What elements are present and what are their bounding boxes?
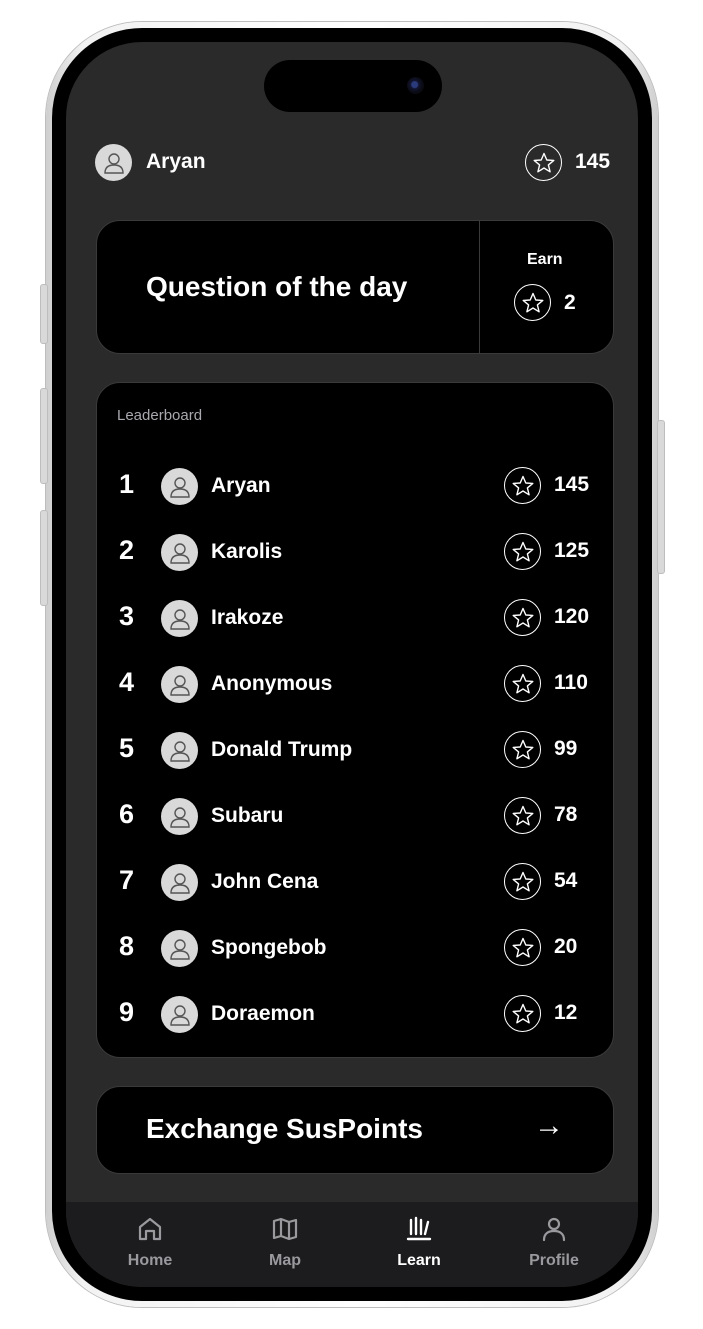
leaderboard-name: Doraemon (211, 1002, 315, 1025)
leaderboard-rank: 4 (119, 667, 135, 697)
avatar (161, 600, 198, 637)
avatar (161, 864, 198, 901)
points-star-icon (525, 144, 562, 181)
leaderboard-row[interactable]: 1 Aryan 145 (97, 453, 613, 519)
leaderboard-name: Donald Trump (211, 738, 353, 761)
leaderboard-row[interactable]: 8 Spongebob 20 (97, 915, 613, 981)
star-icon (504, 995, 541, 1032)
leaderboard-name: John Cena (211, 870, 319, 893)
tab-map[interactable]: Map (225, 1202, 345, 1287)
map-icon (272, 1217, 298, 1241)
leaderboard-title: Leaderboard (117, 407, 203, 424)
star-icon (504, 533, 541, 570)
person-icon (169, 740, 190, 762)
leaderboard-row[interactable]: 7 John Cena 54 (97, 849, 613, 915)
tab-home-label: Home (127, 1252, 173, 1269)
leaderboard-row[interactable]: 6 Subaru 78 (97, 783, 613, 849)
avatar (161, 732, 198, 769)
avatar (161, 534, 198, 571)
leaderboard-rank: 5 (119, 733, 135, 763)
tab-bar: Home Map Learn Profile (66, 1202, 638, 1287)
leaderboard-name: Anonymous (211, 672, 333, 695)
person-icon (169, 476, 190, 498)
tab-profile-label: Profile (529, 1252, 579, 1269)
person-icon (169, 1004, 190, 1026)
avatar (161, 996, 198, 1033)
user-name: Aryan (146, 150, 206, 173)
exchange-suspoints-button[interactable]: Exchange SusPoints → (96, 1086, 614, 1174)
person-icon (169, 806, 190, 828)
star-icon (504, 863, 541, 900)
tab-home[interactable]: Home (90, 1202, 210, 1287)
learn-icon (406, 1216, 432, 1241)
user-points: 145 (575, 150, 611, 173)
leaderboard-name: Karolis (211, 540, 283, 563)
dynamic-island (264, 60, 442, 112)
exchange-label: Exchange SusPoints (146, 1113, 423, 1144)
tab-learn[interactable]: Learn (359, 1202, 479, 1287)
person-icon (169, 938, 190, 960)
avatar (161, 930, 198, 967)
leaderboard-row[interactable]: 4 Anonymous 110 (97, 651, 613, 717)
earn-divider (479, 221, 480, 353)
leaderboard-row[interactable]: 2 Karolis 125 (97, 519, 613, 585)
arrow-right-icon: → (534, 1109, 564, 1142)
leaderboard-row[interactable]: 3 Irakoze 120 (97, 585, 613, 651)
leaderboard-rank: 9 (119, 997, 135, 1027)
earn-star-icon (514, 284, 551, 321)
profile-icon (542, 1217, 566, 1242)
person-icon (103, 152, 124, 174)
star-icon (504, 665, 541, 702)
camera-icon (407, 77, 424, 94)
leaderboard-points: 99 (554, 737, 578, 760)
action-button (40, 284, 48, 344)
leaderboard-row[interactable]: 5 Donald Trump 99 (97, 717, 613, 783)
star-icon (504, 731, 541, 768)
leaderboard-name: Irakoze (211, 606, 284, 629)
leaderboard-points: 120 (554, 605, 590, 628)
leaderboard-card: Leaderboard 1 Aryan 145 2 Karolis 125 3 … (96, 382, 614, 1058)
leaderboard-rank: 1 (119, 469, 135, 499)
leaderboard-rank: 7 (119, 865, 135, 895)
leaderboard-rank: 8 (119, 931, 135, 961)
power-button (657, 420, 665, 574)
leaderboard-points: 54 (554, 869, 578, 892)
avatar (161, 468, 198, 505)
leaderboard-points: 12 (554, 1001, 578, 1024)
leaderboard-rank: 6 (119, 799, 135, 829)
star-icon (504, 599, 541, 636)
volume-up-button (40, 388, 48, 484)
person-icon (169, 542, 190, 564)
star-icon (504, 467, 541, 504)
leaderboard-name: Subaru (211, 804, 284, 827)
leaderboard-row[interactable]: 9 Doraemon 12 (97, 981, 613, 1047)
avatar (161, 798, 198, 835)
screen: Aryan 145 Question of the day Earn 2 Lea… (66, 42, 638, 1287)
tab-map-label: Map (269, 1252, 301, 1269)
leaderboard-rank: 2 (119, 535, 135, 565)
star-icon (504, 929, 541, 966)
leaderboard-points: 145 (554, 473, 590, 496)
avatar (161, 666, 198, 703)
leaderboard-points: 78 (554, 803, 578, 826)
leaderboard-name: Aryan (211, 474, 271, 497)
leaderboard-points: 20 (554, 935, 578, 958)
question-of-the-day-card[interactable]: Question of the day Earn 2 (96, 220, 614, 354)
earn-points: 2 (564, 291, 576, 314)
tab-profile[interactable]: Profile (494, 1202, 614, 1287)
leaderboard-name: Spongebob (211, 936, 327, 959)
leaderboard-points: 125 (554, 539, 590, 562)
star-icon (504, 797, 541, 834)
question-title: Question of the day (146, 271, 408, 302)
person-icon (169, 872, 190, 894)
user-avatar[interactable] (95, 144, 132, 181)
tab-learn-label: Learn (397, 1252, 441, 1269)
person-icon (169, 674, 190, 696)
earn-label: Earn (527, 251, 563, 268)
volume-down-button (40, 510, 48, 606)
leaderboard-points: 110 (554, 671, 588, 694)
leaderboard-rank: 3 (119, 601, 135, 631)
person-icon (169, 608, 190, 630)
home-icon (138, 1217, 162, 1241)
